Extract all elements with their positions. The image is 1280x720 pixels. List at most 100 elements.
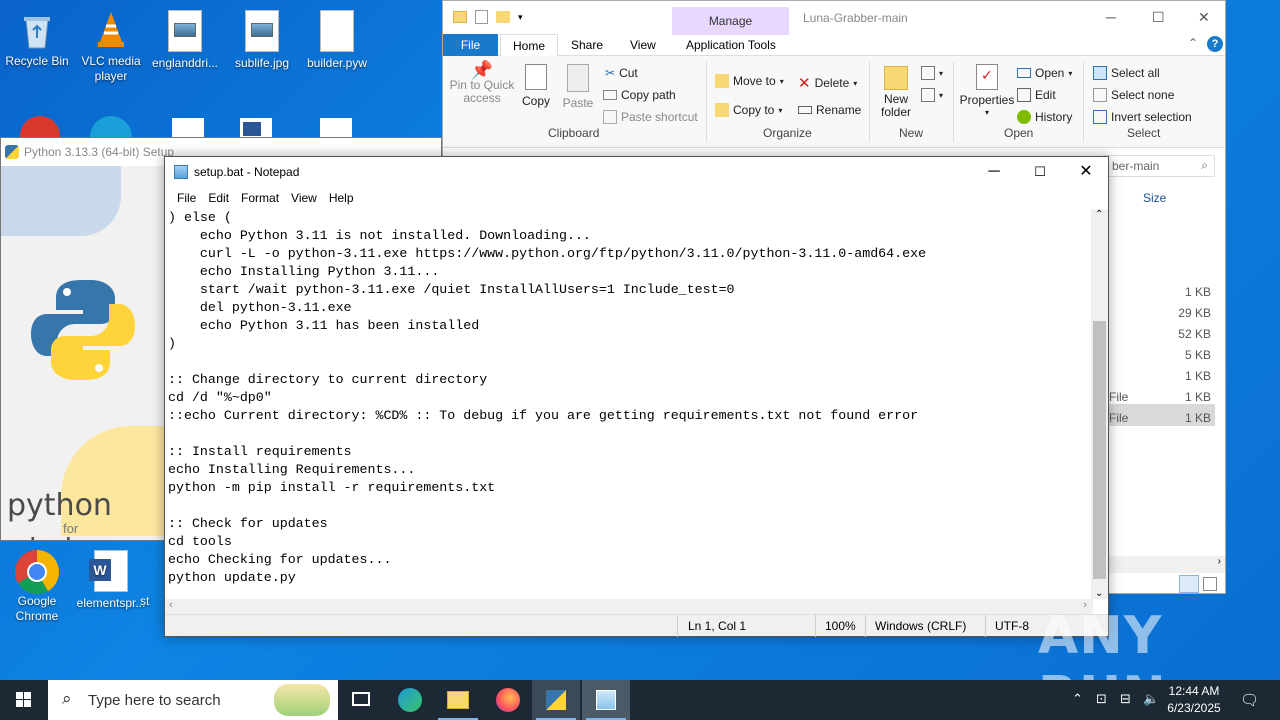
network-icon[interactable]: ⊡ [1096, 691, 1107, 707]
cut-label: Cut [619, 66, 638, 80]
file-row[interactable]: File 1 KB [1109, 409, 1215, 427]
select-none-button[interactable]: Select none [1093, 88, 1174, 102]
open-button[interactable]: Open ▾ [1017, 66, 1072, 80]
desktop-icon-st[interactable]: st [140, 594, 164, 609]
vertical-scrollbar[interactable]: ⌃ ⌄ [1091, 209, 1108, 599]
menu-file[interactable]: File [171, 191, 202, 205]
notifications-icon[interactable]: 🗨 [1240, 691, 1259, 709]
menu-view[interactable]: View [285, 191, 323, 205]
scroll-thumb[interactable] [1093, 321, 1106, 579]
tab-home[interactable]: Home [500, 34, 559, 57]
file-size: 29 KB [1178, 306, 1211, 320]
taskbar-firefox[interactable] [484, 680, 532, 720]
file-row[interactable]: 29 KB [1109, 304, 1215, 322]
show-hidden-icons[interactable]: ⌃ [1072, 691, 1083, 707]
file-row[interactable]: File 1 KB [1109, 388, 1215, 406]
tab-file[interactable]: File [443, 34, 498, 56]
start-button[interactable] [0, 680, 48, 720]
search-box[interactable]: ber-main ⌕ [1103, 155, 1215, 177]
help-icon[interactable]: ? [1207, 36, 1223, 52]
scroll-up-icon[interactable]: ⌃ [1095, 209, 1103, 220]
scroll-left-icon[interactable]: ‹ [169, 599, 173, 611]
wifi-icon[interactable]: ⊟ [1120, 691, 1131, 707]
properties-qa-icon[interactable] [475, 10, 488, 24]
notepad-text-area[interactable]: ) else ( echo Python 3.11 is not install… [165, 209, 1093, 599]
properties-button[interactable]: ✓ Properties ▾ [959, 64, 1015, 117]
desktop-icon-elementspr[interactable]: W elementspr... [74, 544, 148, 611]
taskbar-search[interactable]: ⌕ Type here to search [48, 680, 338, 720]
copy-button[interactable]: Copy [521, 64, 551, 108]
close-icon[interactable]: ✕ [1198, 9, 1210, 26]
maximize-icon[interactable]: ☐ [1152, 9, 1165, 26]
cut-button[interactable]: ✂ Cut [605, 66, 638, 80]
status-bar: Ln 1, Col 1 100% Windows (CRLF) UTF-8 [165, 614, 1108, 637]
desktop-icon-chrome[interactable]: Google Chrome [0, 544, 74, 624]
notepad-titlebar[interactable]: setup.bat - Notepad ─ ☐ ✕ [165, 157, 1108, 187]
scroll-down-icon[interactable]: ⌄ [1095, 588, 1103, 599]
collapse-ribbon-icon[interactable]: ⌃ [1188, 36, 1198, 50]
column-header-size[interactable]: Size [1143, 191, 1166, 205]
pin-to-quick-access-button[interactable]: 📌 Pin to Quick access [449, 60, 515, 105]
paste-shortcut-button[interactable]: Paste shortcut [603, 110, 698, 124]
notepad-title: setup.bat - Notepad [194, 165, 300, 179]
search-highlight-icon [274, 684, 330, 716]
customize-qa-icon[interactable]: ▾ [518, 12, 523, 23]
volume-icon[interactable]: 🔈 [1143, 691, 1159, 707]
history-button[interactable]: History [1017, 110, 1072, 124]
notepad-menubar: File Edit Format View Help [165, 187, 1108, 209]
desktop-icon-sublife[interactable]: sublife.jpg [225, 4, 299, 71]
clipboard-group-label: Clipboard [548, 126, 600, 140]
taskbar-notepad[interactable] [582, 680, 630, 720]
move-to-button[interactable]: Move to ▾ [715, 74, 784, 88]
file-row[interactable]: 52 KB [1109, 325, 1215, 343]
file-row[interactable]: 1 KB [1109, 367, 1215, 385]
explorer-hscroll[interactable]: › [1109, 556, 1225, 573]
maximize-icon[interactable]: ☐ [1017, 157, 1063, 187]
desktop-icon-recycle-bin[interactable]: Recycle Bin [0, 4, 74, 69]
menu-format[interactable]: Format [235, 191, 285, 205]
status-encoding: UTF-8 [995, 619, 1029, 633]
invert-selection-button[interactable]: Invert selection [1093, 110, 1192, 124]
large-icons-view-icon[interactable] [1203, 577, 1217, 591]
copy-path-button[interactable]: Copy path [603, 88, 676, 102]
tab-view[interactable]: View [630, 38, 656, 52]
desktop-icon-vlc[interactable]: VLC media player [74, 4, 148, 84]
rename-button[interactable]: Rename [798, 103, 861, 117]
taskbar-clock[interactable]: 12:44 AM 6/23/2025 [1166, 683, 1222, 717]
desktop-icon-englanddri[interactable]: englanddri... [148, 4, 222, 71]
recycle-bin-icon [17, 10, 57, 50]
pin-icon: 📌 [470, 60, 494, 80]
delete-button[interactable]: ✕ Delete ▾ [798, 74, 857, 92]
new-item-icon[interactable]: ▾ [921, 66, 943, 80]
taskbar-python-setup[interactable] [532, 680, 580, 720]
explorer-titlebar[interactable]: ▾ Manage Luna-Grabber-main ─ ☐ ✕ [443, 1, 1225, 35]
details-view-icon[interactable] [1179, 575, 1199, 593]
minimize-icon[interactable]: ─ [971, 157, 1017, 187]
taskbar-file-explorer[interactable] [434, 680, 482, 720]
paste-button[interactable]: Paste [561, 64, 595, 110]
minimize-icon[interactable]: ─ [1106, 9, 1116, 25]
file-row[interactable]: 5 KB [1109, 346, 1215, 364]
edit-button[interactable]: Edit [1017, 88, 1056, 102]
vlc-icon [91, 10, 131, 50]
new-folder-qa-icon[interactable] [496, 11, 510, 23]
new-folder-button[interactable]: New folder [879, 66, 913, 119]
edge-partial-icon [90, 116, 132, 138]
search-icon: ⌕ [1201, 158, 1208, 172]
close-icon[interactable]: ✕ [1063, 157, 1109, 187]
file-row[interactable]: 1 KB [1109, 283, 1215, 301]
menu-edit[interactable]: Edit [202, 191, 235, 205]
select-all-button[interactable]: Select all [1093, 66, 1160, 80]
edit-label: Edit [1035, 88, 1056, 102]
tab-application-tools[interactable]: Application Tools [686, 38, 776, 52]
copy-to-button[interactable]: Copy to ▾ [715, 103, 782, 117]
file-size: 1 KB [1184, 369, 1211, 383]
easy-access-icon[interactable]: ▾ [921, 88, 943, 102]
select-none-label: Select none [1111, 88, 1175, 102]
manage-tab[interactable]: Manage [672, 7, 789, 35]
tab-share[interactable]: Share [571, 38, 603, 52]
menu-help[interactable]: Help [323, 191, 360, 205]
taskbar-edge[interactable] [386, 680, 434, 720]
desktop-icon-builder[interactable]: builder.pyw [300, 4, 374, 71]
task-view-button[interactable] [338, 680, 386, 720]
